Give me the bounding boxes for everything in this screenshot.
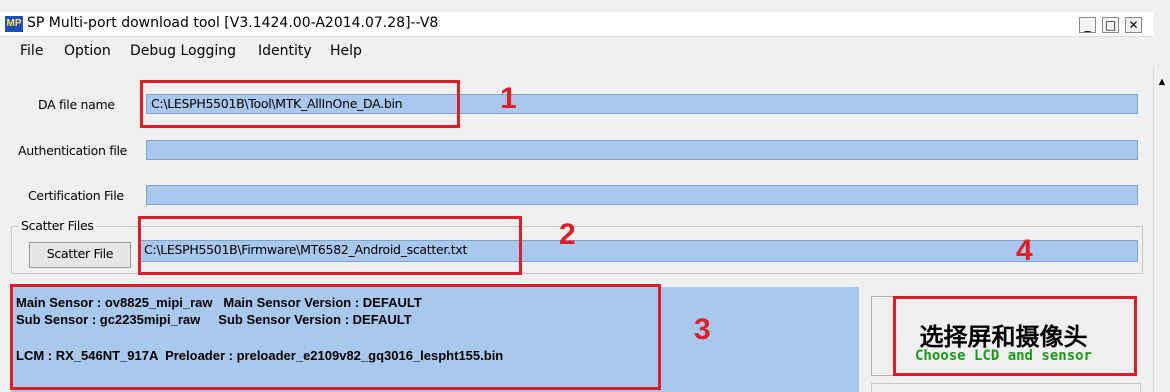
- menu-identity[interactable]: Identity: [258, 43, 312, 59]
- authentication-file-input[interactable]: [146, 140, 1138, 160]
- app-window: MP SP Multi-port download tool [V3.1424.…: [0, 0, 1170, 392]
- callout-number-1: 1: [500, 82, 517, 115]
- app-icon: MP: [5, 16, 23, 32]
- callout-number-3: 3: [694, 313, 711, 346]
- title-bar: MP SP Multi-port download tool [V3.1424.…: [0, 12, 1153, 37]
- callout-number-4: 4: [1016, 234, 1033, 267]
- scatter-files-group-label: Scatter Files: [19, 218, 96, 233]
- close-button[interactable]: ✕: [1125, 17, 1142, 33]
- menu-debug-logging[interactable]: Debug Logging: [130, 43, 236, 59]
- callout-number-2: 2: [559, 218, 576, 251]
- minimize-button[interactable]: _: [1079, 17, 1096, 33]
- callout-box-1: [140, 80, 460, 128]
- certification-file-input[interactable]: [146, 185, 1138, 205]
- menu-file[interactable]: File: [20, 43, 43, 59]
- maximize-button[interactable]: □: [1102, 17, 1119, 33]
- da-file-label: DA file name: [38, 97, 115, 112]
- scatter-file-button[interactable]: Scatter File: [29, 242, 131, 268]
- callout-box-4: [893, 296, 1137, 376]
- window-title: SP Multi-port download tool [V3.1424.00-…: [27, 15, 439, 31]
- callout-box-3: [10, 284, 661, 390]
- authentication-file-label: Authentication file: [18, 143, 128, 158]
- lower-panel-edge: [871, 383, 1141, 392]
- menu-option[interactable]: Option: [64, 43, 111, 59]
- vertical-scrollbar[interactable]: ▲: [1153, 66, 1170, 392]
- callout-box-2: [138, 216, 522, 275]
- certification-file-label: Certification File: [28, 188, 124, 203]
- scroll-up-arrow-icon[interactable]: ▲: [1154, 74, 1170, 90]
- menu-help[interactable]: Help: [330, 43, 362, 59]
